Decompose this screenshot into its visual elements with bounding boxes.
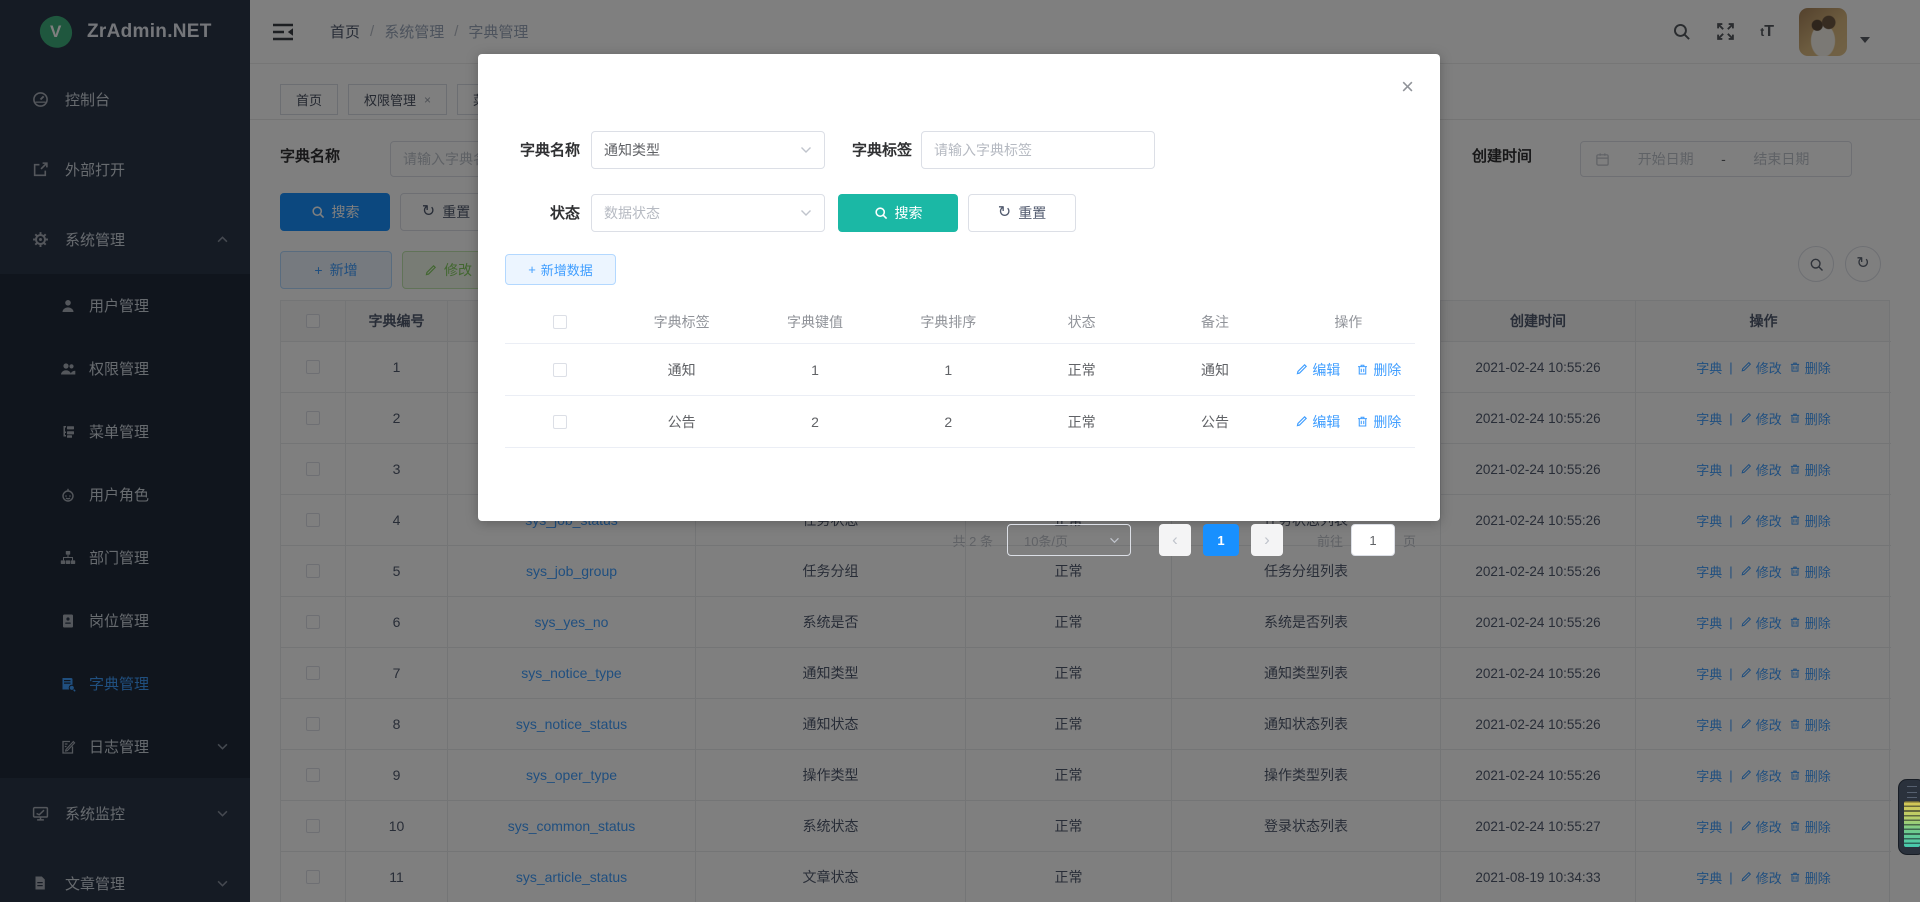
modal-status-label: 状态 [506,202,580,223]
modal-dict-label-label: 字典标签 [838,139,912,160]
table-row: 公告 2 2 正常 公告 编辑 删除 [505,396,1415,448]
col-dict-sort: 字典排序 [882,312,1015,332]
cell-dict-label: 通知 [615,360,748,380]
goto-label: 前往 [1317,531,1343,550]
select-all-checkbox[interactable] [553,315,567,329]
col-status: 状态 [1015,312,1148,332]
next-page-button[interactable]: › [1251,524,1283,556]
cell-ops: 编辑 删除 [1282,360,1415,380]
modal-table-body: 通知 1 1 正常 通知 编辑 删除 [505,344,1415,448]
cell-dict-sort: 1 [882,362,1015,378]
scrollbar-widget[interactable] [1898,779,1920,855]
dict-data-modal: × 字典名称 通知类型 字典标签 状态 数据状态 搜索 ↻ 重置 + 新增数据 … [478,54,1440,521]
modal-dict-name-label: 字典名称 [506,139,580,160]
table-row: 通知 1 1 正常 通知 编辑 删除 [505,344,1415,396]
dict-data-table: 字典标签 字典键值 字典排序 状态 备注 操作 通知 1 1 正常 通知 [505,300,1415,448]
edit-link[interactable]: 编辑 [1295,412,1340,432]
row-checkbox[interactable] [553,363,567,377]
cell-dict-value: 2 [748,414,881,430]
goto-page-input[interactable] [1351,524,1395,556]
modal-dict-label-input-wrap [921,131,1155,169]
modal-table-header-row: 字典标签 字典键值 字典排序 状态 备注 操作 [505,300,1415,344]
cell-remark: 通知 [1148,360,1281,380]
col-remark: 备注 [1148,312,1281,332]
modal-dict-name-select[interactable]: 通知类型 [591,131,825,169]
stripes-decoration [1904,801,1920,847]
cell-ops: 编辑 删除 [1282,412,1415,432]
trash-icon [1356,415,1369,428]
col-dict-value: 字典键值 [748,312,881,332]
pencil-icon [1295,415,1308,428]
chevron-down-icon [800,146,812,154]
cell-status: 正常 [1015,412,1148,432]
edit-link[interactable]: 编辑 [1295,360,1340,380]
delete-link[interactable]: 删除 [1356,412,1401,432]
modal-search-button[interactable]: 搜索 [838,194,958,232]
modal-add-data-button[interactable]: + 新增数据 [505,254,616,285]
cell-status: 正常 [1015,360,1148,380]
trash-icon [1356,363,1369,376]
col-dict-label: 字典标签 [615,312,748,332]
cell-dict-sort: 2 [882,414,1015,430]
page-size-select[interactable]: 10条/页 [1007,524,1131,556]
page-1-button[interactable]: 1 [1203,524,1239,556]
page-unit-label: 页 [1403,531,1416,550]
delete-link[interactable]: 删除 [1356,360,1401,380]
close-icon[interactable]: × [1401,76,1414,98]
modal-status-select[interactable]: 数据状态 [591,194,825,232]
pagination: 共 2 条 10条/页 ‹ 1 › 前往 页 [505,524,1416,556]
prev-page-button[interactable]: ‹ [1159,524,1191,556]
chevron-down-icon [800,209,812,217]
pagination-total: 共 2 条 [953,531,993,550]
col-ops: 操作 [1282,312,1415,332]
modal-dict-label-input[interactable] [934,132,1142,168]
cell-dict-label: 公告 [615,412,748,432]
plus-icon: + [528,262,536,277]
pencil-icon [1295,363,1308,376]
grip-icon [1907,786,1917,798]
modal-reset-button[interactable]: ↻ 重置 [968,194,1076,232]
refresh-icon: ↻ [998,205,1011,221]
row-checkbox[interactable] [553,415,567,429]
cell-remark: 公告 [1148,412,1281,432]
chevron-down-icon [1109,537,1120,544]
cell-dict-value: 1 [748,362,881,378]
